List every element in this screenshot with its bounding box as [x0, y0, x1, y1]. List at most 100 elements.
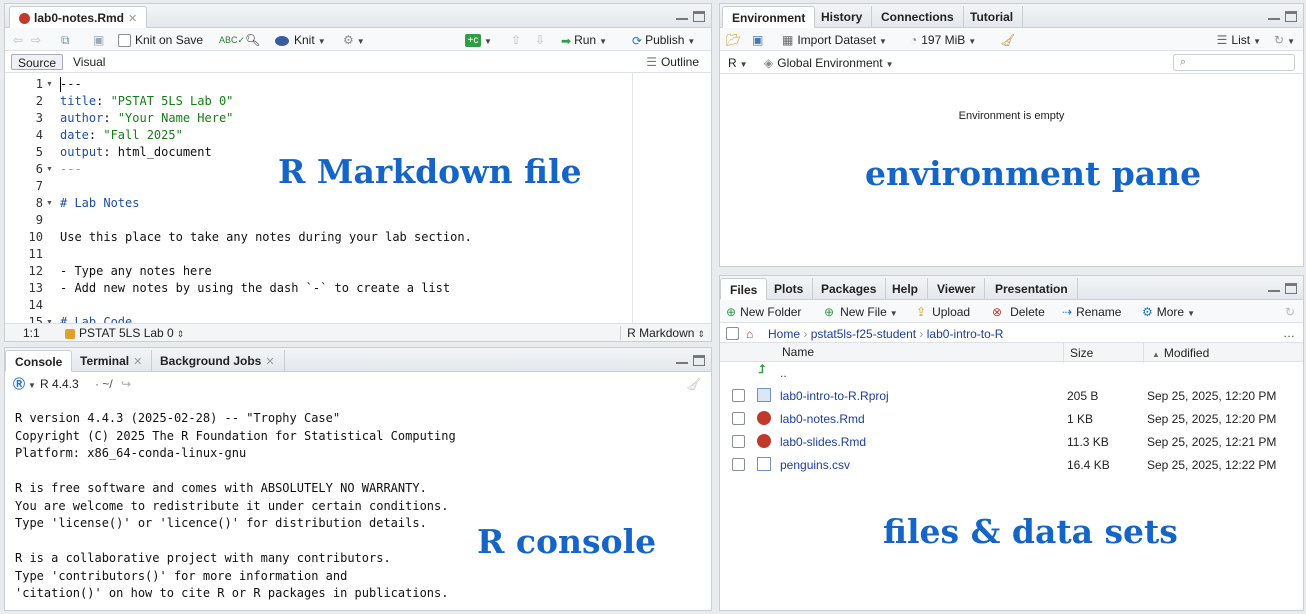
- file-checkbox[interactable]: [732, 412, 745, 425]
- visual-mode-button[interactable]: Visual: [73, 54, 105, 70]
- file-row[interactable]: lab0-slides.Rmd 11.3 KB Sep 25, 2025, 12:2…: [720, 430, 1303, 453]
- upload-button[interactable]: ⇪ Upload: [916, 304, 970, 320]
- minimize-icon[interactable]: [1268, 283, 1280, 292]
- file-checkbox[interactable]: [732, 389, 745, 402]
- source-mode-button[interactable]: Source: [11, 54, 64, 70]
- line-number: 7: [35, 179, 43, 193]
- col-name-header[interactable]: Name: [782, 345, 814, 359]
- tab-console[interactable]: Console: [5, 350, 73, 372]
- close-terminal-icon[interactable]: ✕: [133, 356, 142, 368]
- minimize-icon[interactable]: [676, 11, 688, 20]
- run-button[interactable]: ➡ Run ▼: [561, 32, 607, 48]
- knit-on-save-checkbox[interactable]: Knit on Save: [118, 32, 203, 48]
- code-editor[interactable]: 1 ▼ --- 2 title: "PSTAT 5LS Lab 0" 3 author: "…: [5, 73, 631, 329]
- breadcrumb-separator-icon: ›: [916, 327, 927, 341]
- settings-gear-icon[interactable]: ⚙ ▼: [343, 32, 365, 48]
- publish-button[interactable]: ⟳ Publish ▼: [632, 32, 695, 48]
- minimize-icon[interactable]: [1268, 11, 1280, 20]
- col-size-header[interactable]: Size: [1063, 343, 1093, 363]
- file-name-link[interactable]: penguins.csv: [780, 458, 850, 472]
- clear-console-icon[interactable]: 🧹︎: [686, 376, 701, 392]
- tab-tutorial[interactable]: Tutorial: [961, 6, 1024, 28]
- new-folder-button[interactable]: ⊕ New Folder: [726, 304, 801, 320]
- more-button[interactable]: ⚙ More ▼: [1142, 304, 1195, 320]
- breadcrumb-link[interactable]: pstat5ls-f25-student: [811, 327, 916, 341]
- close-jobs-icon[interactable]: ✕: [265, 356, 274, 368]
- chunk-down-icon[interactable]: ⇩: [535, 32, 545, 48]
- rename-button[interactable]: ⇢ Rename: [1062, 304, 1121, 320]
- maximize-icon[interactable]: [693, 11, 705, 22]
- col-modified-header[interactable]: ▲ Modified: [1143, 343, 1209, 363]
- view-mode-button[interactable]: ☰ List ▼: [1217, 32, 1261, 48]
- file-name-link[interactable]: lab0-intro-to-R.Rproj: [780, 389, 889, 403]
- spellcheck-icon[interactable]: ABC✓: [219, 32, 245, 48]
- file-name-link[interactable]: lab0-notes.Rmd: [780, 412, 865, 426]
- tab-terminal[interactable]: Terminal ✕: [71, 350, 153, 372]
- scope-selector[interactable]: ◈ Global Environment ▼: [764, 55, 894, 71]
- r-version-selector[interactable]: Ⓡ ▼ R 4.4.3: [13, 376, 79, 392]
- tab-presentation[interactable]: Presentation: [986, 278, 1078, 300]
- fold-toggle-icon[interactable]: ▼: [46, 195, 53, 212]
- chunk-up-icon[interactable]: ⇧: [511, 32, 521, 48]
- knit-button[interactable]: Knit ▼: [275, 32, 326, 48]
- tab-plots[interactable]: Plots: [765, 278, 814, 300]
- code-token: "Your Name Here": [117, 111, 234, 125]
- home-icon[interactable]: ⌂: [746, 326, 753, 342]
- parent-dir-row[interactable]: ⮥ ..: [720, 361, 1303, 384]
- save-workspace-icon[interactable]: ▣: [752, 32, 763, 48]
- maximize-icon[interactable]: [1285, 283, 1297, 294]
- tab-files[interactable]: Files: [720, 278, 768, 300]
- delete-label: Delete: [1010, 305, 1045, 319]
- file-row[interactable]: lab0-intro-to-R.Rproj 205 B Sep 25, 2025, …: [720, 384, 1303, 407]
- new-file-label: New File: [840, 305, 887, 319]
- tab-viewer[interactable]: Viewer: [928, 278, 986, 300]
- code-line: # Lab Notes: [60, 195, 139, 212]
- tab-background-jobs[interactable]: Background Jobs ✕: [151, 350, 285, 372]
- file-row[interactable]: lab0-notes.Rmd 1 KB Sep 25, 2025, 12:20 PM: [720, 407, 1303, 430]
- environment-tabbar: Environment History Connections Tutorial: [720, 4, 1303, 28]
- console-output-line: Type 'license()' or 'licence()' for dist…: [15, 516, 427, 530]
- tab-history[interactable]: History: [812, 6, 873, 28]
- file-checkbox[interactable]: [732, 458, 745, 471]
- language-selector[interactable]: R ▼: [728, 55, 748, 71]
- tab-connections[interactable]: Connections: [872, 6, 964, 28]
- save-icon[interactable]: ▣: [93, 32, 104, 48]
- tab-environment[interactable]: Environment: [722, 6, 816, 28]
- load-workspace-icon[interactable]: 📂︎: [726, 32, 741, 48]
- go-to-directory-icon[interactable]: …: [1283, 325, 1295, 341]
- show-in-window-icon[interactable]: ⧉: [61, 32, 70, 48]
- search-icon[interactable]: 🔍︎: [245, 32, 260, 48]
- refresh-files-icon[interactable]: ↻: [1285, 304, 1295, 320]
- new-folder-icon: ⊕: [726, 305, 737, 319]
- environment-search-input[interactable]: ⌕: [1173, 54, 1295, 71]
- back-arrow-icon[interactable]: ⇦: [13, 32, 23, 48]
- memory-usage-button[interactable]: ◔ 197 MiB ▼: [910, 32, 976, 48]
- breadcrumb-link[interactable]: lab0-intro-to-R: [927, 327, 1004, 341]
- breadcrumb-link[interactable]: Home: [768, 327, 800, 341]
- section-navigator[interactable]: PSTAT 5LS Lab 0 ⇕: [65, 326, 184, 340]
- import-dataset-button[interactable]: ▦ Import Dataset ▼: [782, 32, 887, 48]
- refresh-icon[interactable]: ↻ ▼: [1274, 32, 1295, 48]
- console-output[interactable]: R version 4.4.3 (2025-02-28) -- "Trophy …: [5, 410, 711, 610]
- maximize-icon[interactable]: [693, 355, 705, 366]
- goto-dir-icon[interactable]: ↪: [121, 376, 131, 392]
- fold-toggle-icon[interactable]: ▼: [46, 161, 53, 178]
- insert-chunk-icon[interactable]: +c ▼: [465, 32, 492, 48]
- forward-arrow-icon[interactable]: ⇨: [31, 32, 41, 48]
- fold-toggle-icon[interactable]: ▼: [46, 76, 53, 93]
- file-checkbox[interactable]: [732, 435, 745, 448]
- tab-lab0-notes[interactable]: lab0-notes.Rmd ✕: [9, 6, 148, 28]
- new-file-button[interactable]: ⊕ New File ▼: [824, 304, 898, 320]
- delete-button[interactable]: ⊗ Delete: [992, 304, 1045, 320]
- minimize-icon[interactable]: [676, 355, 688, 364]
- tab-packages[interactable]: Packages: [812, 278, 887, 300]
- maximize-icon[interactable]: [1285, 11, 1297, 22]
- outline-button[interactable]: ☰ Outline: [646, 54, 699, 70]
- file-row[interactable]: penguins.csv 16.4 KB Sep 25, 2025, 12:22 P…: [720, 453, 1303, 476]
- file-type-selector[interactable]: R Markdown ⇕: [620, 326, 705, 340]
- close-tab-icon[interactable]: ✕: [128, 13, 137, 25]
- select-all-checkbox[interactable]: [726, 327, 739, 340]
- tab-help[interactable]: Help: [883, 278, 929, 300]
- clear-workspace-broom-icon[interactable]: 🧹︎: [1000, 32, 1015, 48]
- file-name-link[interactable]: lab0-slides.Rmd: [780, 435, 866, 449]
